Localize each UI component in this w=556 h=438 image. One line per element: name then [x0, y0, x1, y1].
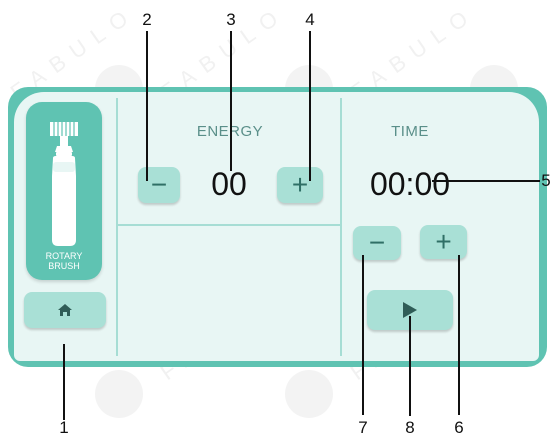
sidebar-divider — [116, 98, 118, 356]
callout-5: 5 — [541, 171, 551, 190]
callout-4: 4 — [305, 10, 315, 29]
time-plus-button[interactable]: + — [420, 225, 467, 259]
home-button[interactable] — [24, 292, 106, 328]
rotary-brush-label: ROTARY BRUSH — [26, 251, 102, 271]
callout-2: 2 — [142, 10, 152, 29]
rotary-brush-icon — [50, 122, 78, 246]
brush-label-line1: ROTARY — [45, 251, 83, 261]
callout-line-3 — [230, 31, 232, 171]
watermark-logo — [95, 370, 143, 418]
energy-value: 00 — [211, 166, 247, 202]
panel-divider — [340, 98, 342, 356]
callout-line-1 — [63, 344, 65, 420]
energy-minus-button[interactable]: − — [138, 167, 180, 203]
callout-line-5 — [432, 180, 540, 182]
home-icon — [58, 304, 72, 316]
energy-section-divider — [118, 224, 340, 226]
time-minus-button[interactable]: − — [353, 226, 401, 260]
callout-line-6 — [458, 255, 460, 415]
callout-line-2 — [146, 31, 148, 181]
brush-label-line2: BRUSH — [48, 261, 80, 271]
callout-7: 7 — [358, 418, 368, 437]
watermark-logo — [285, 370, 333, 418]
callout-8: 8 — [405, 418, 415, 437]
callout-line-4 — [309, 31, 311, 181]
callout-1: 1 — [59, 418, 69, 437]
callout-line-8 — [409, 316, 411, 416]
callout-6: 6 — [454, 418, 464, 437]
time-value: 00:00 — [369, 166, 451, 202]
energy-plus-button[interactable]: + — [277, 167, 323, 203]
callout-line-7 — [362, 255, 364, 415]
time-title: TIME — [391, 123, 429, 140]
callout-3: 3 — [226, 10, 236, 29]
